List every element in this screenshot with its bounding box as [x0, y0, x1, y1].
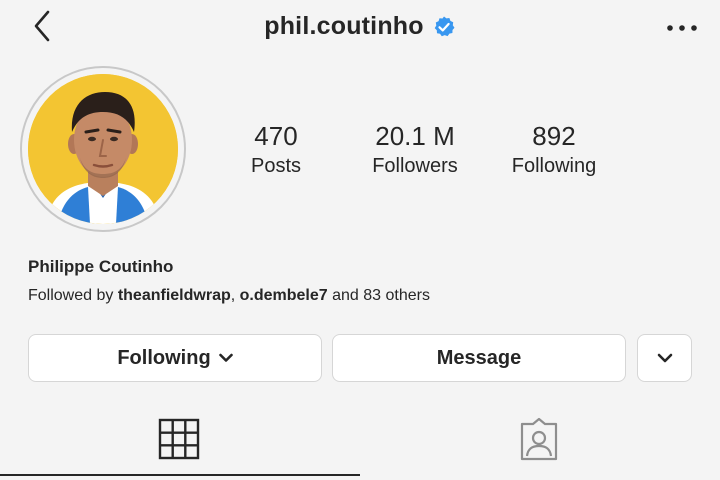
username: phil.coutinho	[264, 12, 424, 40]
verified-badge-icon	[434, 16, 455, 36]
followed-by-others-link[interactable]: and 83 others	[332, 287, 430, 304]
followed-by-prefix: Followed by	[28, 287, 114, 304]
chevron-down-icon	[657, 353, 672, 363]
more-horizontal-icon	[667, 25, 697, 31]
following-button[interactable]: Following	[28, 334, 322, 382]
profile-screen: phil.coutinho 470 Posts 20.1 M Followers…	[0, 0, 720, 480]
profile-stats: 470 Posts 20.1 M Followers 892 Following	[0, 120, 720, 190]
posts-count: 470	[254, 121, 298, 151]
full-name: Philippe Coutinho	[28, 257, 174, 276]
followers-label: Followers	[372, 155, 458, 177]
suggested-accounts-button[interactable]	[637, 334, 692, 382]
tagged-person-icon	[520, 417, 558, 461]
following-label: Following	[511, 155, 597, 177]
following-button-label: Following	[117, 346, 211, 369]
stat-followers[interactable]: 20.1 M Followers	[345, 120, 485, 180]
more-options-button[interactable]	[662, 10, 702, 46]
followers-count: 20.1 M	[375, 121, 455, 151]
stat-following[interactable]: 892 Following	[484, 120, 624, 180]
active-tab-indicator	[0, 474, 360, 476]
posts-label: Posts	[250, 155, 302, 177]
followed-by-user-link[interactable]: theanfieldwrap	[118, 287, 231, 304]
stat-posts[interactable]: 470 Posts	[206, 120, 346, 180]
comma-separator: ,	[230, 287, 236, 304]
header-title: phil.coutinho	[0, 12, 720, 41]
tab-tagged[interactable]	[516, 416, 562, 462]
followed-by-text: Followed by theanfieldwrap, o.dembele7 a…	[28, 287, 430, 305]
grid-icon	[158, 418, 200, 460]
chevron-down-icon	[218, 353, 233, 362]
following-count: 892	[532, 121, 576, 151]
message-button-label: Message	[436, 346, 522, 369]
tab-grid[interactable]	[156, 416, 202, 462]
message-button[interactable]: Message	[332, 334, 626, 382]
followed-by-user-link[interactable]: o.dembele7	[240, 287, 328, 304]
